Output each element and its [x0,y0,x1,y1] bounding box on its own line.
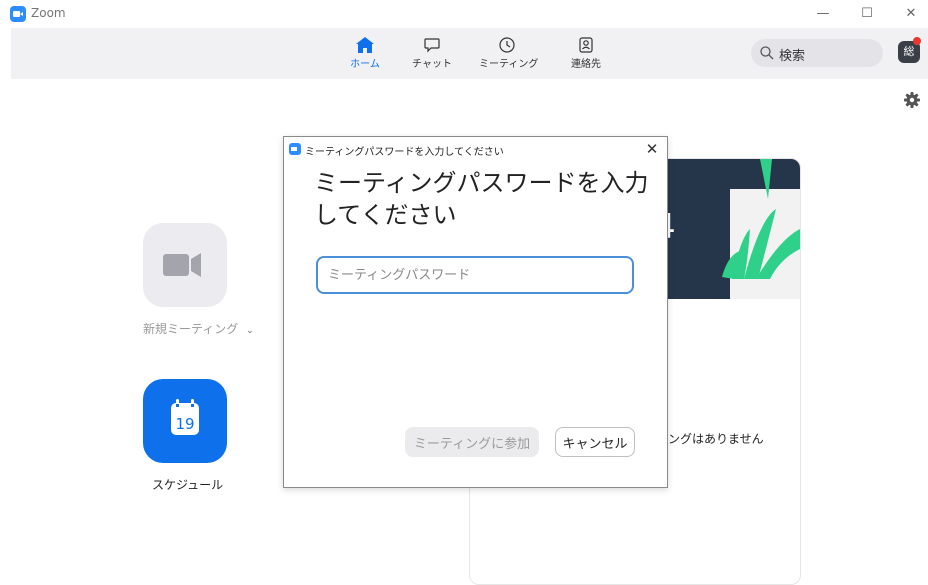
new-meeting-text: 新規ミーティング [143,322,239,336]
cancel-button[interactable]: キャンセル [555,427,635,457]
dialog-close-button[interactable]: ✕ [642,139,662,159]
tab-contacts-label: 連絡先 [571,59,601,70]
tab-meetings-label: ミーティング [479,59,539,70]
meeting-password-dialog: ミーティングパスワードを入力してください ✕ ミーティングパスワードを入力してく… [283,136,668,488]
calendar-icon: 19 [171,399,199,435]
home-icon [356,37,374,53]
tab-chat[interactable]: チャット [404,34,460,74]
window-title: Zoom [31,6,66,20]
schedule-button[interactable]: 19 [143,379,227,463]
chevron-down-icon[interactable]: ⌄ [246,326,254,336]
tab-home-label: ホーム [350,59,380,70]
calendar-day: 19 [175,415,194,433]
tab-meetings[interactable]: ミーティング [479,34,539,74]
video-camera-icon [163,253,201,277]
search-input[interactable]: 検索 [751,39,883,67]
zoom-logo-icon [10,6,26,22]
dialog-window-title: ミーティングパスワードを入力してください [305,147,504,158]
clock-icon [499,37,515,53]
title-bar: Zoom — ☐ ✕ [0,0,928,28]
gear-icon[interactable] [903,91,921,109]
zoom-logo-icon [289,143,301,155]
chat-icon [424,38,440,53]
meeting-password-input[interactable] [316,256,634,294]
close-window-button[interactable]: ✕ [896,4,926,24]
tab-home[interactable]: ホーム [337,34,393,74]
notification-badge [913,37,921,45]
tab-chat-label: チャット [412,59,452,70]
minimize-button[interactable]: — [808,4,838,24]
plant-illustration [722,159,800,299]
no-meetings-text-span: ングはありません [668,432,764,446]
new-meeting-label[interactable]: 新規ミーティング ⌄ [143,320,254,337]
top-nav-bar: ホーム チャット ミーティング 連絡先 検索 総 [11,28,928,79]
no-meetings-text: ングはありません [668,430,764,447]
search-icon [760,46,774,60]
search-label: 検索 [779,49,806,64]
new-meeting-button[interactable] [143,223,227,307]
maximize-button[interactable]: ☐ [852,4,882,24]
tab-contacts[interactable]: 連絡先 [558,34,614,74]
join-meeting-button[interactable]: ミーティングに参加 [405,427,539,457]
dialog-heading: ミーティングパスワードを入力してください [314,169,649,229]
schedule-label: スケジュール [152,478,224,492]
contacts-icon [579,37,593,53]
